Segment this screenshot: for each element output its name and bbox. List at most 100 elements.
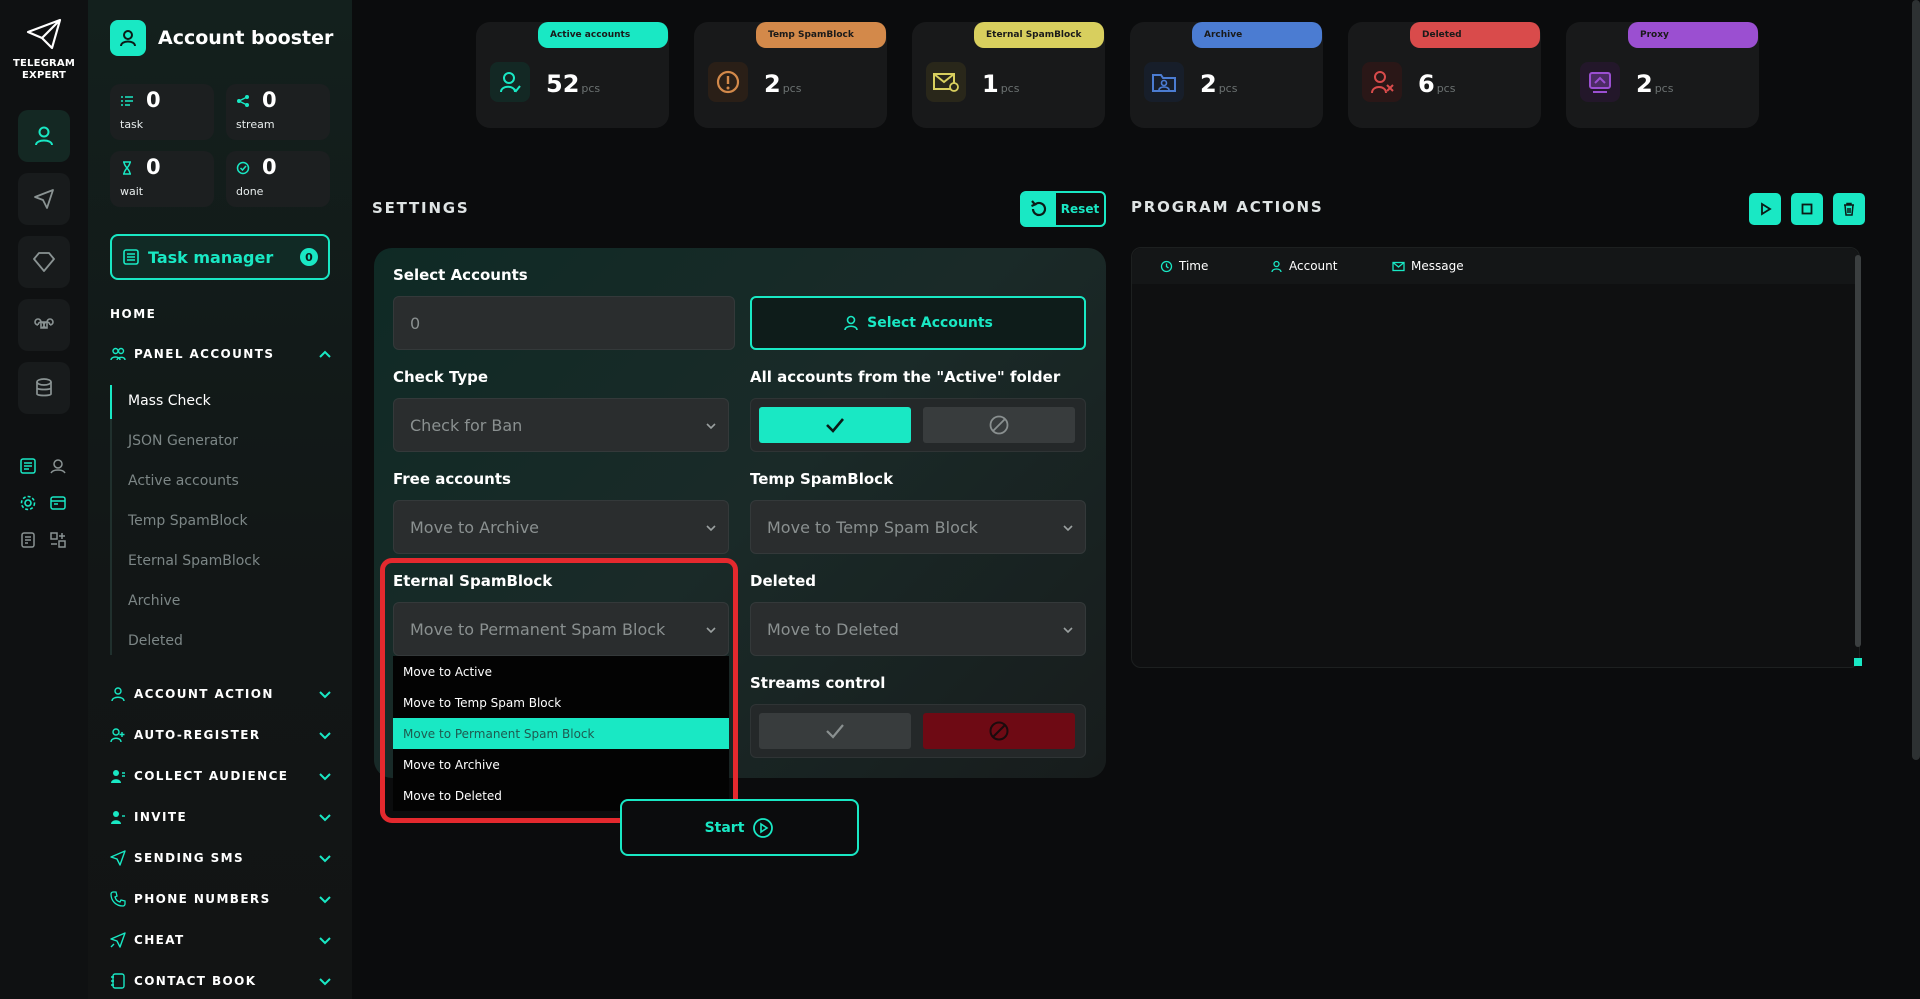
start-label: Start: [704, 819, 745, 836]
nav-panel-accounts[interactable]: PANEL ACCOUNTS: [110, 344, 332, 364]
nav-contact-book[interactable]: CONTACT BOOK: [110, 971, 332, 991]
paper-plane-icon: [26, 18, 62, 50]
archive-folder-icon: [1144, 62, 1184, 102]
nav-invite[interactable]: INVITE: [110, 807, 332, 827]
clear-log-button[interactable]: [1833, 193, 1865, 225]
card-temp-spamblock[interactable]: Temp SpamBlock 2 pcs: [694, 22, 887, 128]
temp-spamblock-select[interactable]: Move to Temp Spam Block: [750, 500, 1086, 554]
card-archive[interactable]: Archive 2 pcs: [1130, 22, 1323, 128]
contact-book-icon: [111, 973, 125, 989]
check-type-value: Check for Ban: [410, 415, 523, 435]
nav-item-mass-check[interactable]: Mass Check: [128, 393, 211, 409]
location-icon[interactable]: [48, 456, 68, 476]
stop-icon: [1801, 203, 1813, 215]
log-scrollbar[interactable]: [1855, 255, 1861, 647]
nav-item-archive[interactable]: Archive: [128, 593, 180, 609]
grid-icon[interactable]: [48, 530, 68, 550]
deleted-value: Move to Deleted: [767, 619, 899, 639]
select-accounts-button[interactable]: Select Accounts: [750, 296, 1086, 350]
submenu-active-indicator: [110, 385, 112, 419]
task-manager-button[interactable]: Task manager 0: [110, 234, 330, 280]
task-manager-icon: [123, 249, 139, 265]
rail-premium-button[interactable]: [18, 236, 70, 288]
card-deleted[interactable]: Deleted 6 pcs: [1348, 22, 1541, 128]
send-icon: [110, 850, 126, 866]
block-icon: [989, 415, 1009, 435]
check-circle-icon: [236, 161, 250, 175]
nav-phone-numbers[interactable]: PHONE NUMBERS: [110, 889, 332, 909]
rail-command-button[interactable]: [18, 299, 70, 351]
chevron-down-icon: [319, 814, 331, 822]
nav-collect-audience[interactable]: COLLECT AUDIENCE: [110, 766, 332, 786]
free-accounts-label: Free accounts: [393, 470, 511, 488]
sidebar: Account booster 0 task 0 stream 0 wait 0…: [88, 0, 352, 999]
select-accounts-input[interactable]: 0: [393, 296, 735, 350]
nav-sending-sms[interactable]: SENDING SMS: [110, 848, 332, 868]
mail-block-icon: [926, 62, 966, 102]
nav-auto-register[interactable]: AUTO-REGISTER: [110, 725, 332, 745]
log-header: Time Account Message: [1132, 248, 1859, 284]
counter-value: 0: [262, 88, 277, 112]
chevron-down-icon: [1063, 525, 1073, 532]
free-accounts-select[interactable]: Move to Archive: [393, 500, 729, 554]
nav-item-deleted[interactable]: Deleted: [128, 633, 183, 649]
nav-item-eternal-spamblock[interactable]: Eternal SpamBlock: [128, 553, 260, 569]
nav-cheat[interactable]: CHEAT: [110, 930, 332, 950]
check-type-label: Check Type: [393, 368, 489, 386]
nav-item-active-accounts[interactable]: Active accounts: [128, 473, 239, 489]
streams-off-button[interactable]: [923, 713, 1075, 749]
icon-rail: TELEGRAM EXPERT: [0, 0, 88, 999]
nav-section-label: PANEL ACCOUNTS: [134, 347, 275, 361]
rail-database-button[interactable]: [18, 362, 70, 414]
reset-icon: [1022, 193, 1056, 225]
counter-stream: 0 stream: [226, 84, 330, 140]
counter-value: 0: [146, 88, 161, 112]
card-proxy[interactable]: Proxy 2 pcs: [1566, 22, 1759, 128]
deleted-select[interactable]: Move to Deleted: [750, 602, 1086, 656]
log-resize-handle[interactable]: [1854, 658, 1862, 666]
chevron-up-icon: [319, 350, 331, 358]
stream-icon: [237, 95, 249, 107]
nav-account-action[interactable]: ACCOUNT ACTION: [110, 684, 332, 704]
card-label: Temp SpamBlock: [756, 22, 886, 48]
log-column-account[interactable]: Account: [1270, 259, 1337, 273]
start-button[interactable]: Start: [620, 799, 859, 856]
card-active-accounts[interactable]: Active accounts 52 pcs: [476, 22, 669, 128]
program-actions-log[interactable]: Time Account Message: [1131, 247, 1860, 668]
window-icon[interactable]: [48, 493, 68, 513]
play-circle-icon: [753, 817, 774, 838]
page-scrollbar[interactable]: [1912, 0, 1920, 760]
active-folder-off-button[interactable]: [923, 407, 1075, 443]
nav-home[interactable]: HOME: [110, 307, 156, 321]
notes-icon[interactable]: [18, 530, 38, 550]
reset-label: Reset: [1060, 202, 1100, 216]
list-icon[interactable]: [18, 456, 38, 476]
log-column-label: Time: [1179, 259, 1209, 273]
counter-wait: 0 wait: [110, 151, 214, 207]
reset-button[interactable]: Reset: [1020, 191, 1106, 227]
submenu-line: [110, 385, 112, 655]
streams-control-label: Streams control: [750, 674, 886, 692]
check-type-select[interactable]: Check for Ban: [393, 398, 729, 452]
nav-item-temp-spamblock[interactable]: Temp SpamBlock: [128, 513, 248, 529]
active-folder-on-button[interactable]: [759, 407, 911, 443]
stop-button[interactable]: [1791, 193, 1823, 225]
chevron-down-icon: [319, 978, 331, 986]
streams-on-button[interactable]: [759, 713, 911, 749]
user-icon: [35, 126, 53, 146]
log-column-message[interactable]: Message: [1392, 259, 1464, 273]
mail-icon: [1392, 261, 1405, 271]
rail-accounts-button[interactable]: [18, 110, 70, 162]
settings-gear-icon[interactable]: [18, 493, 38, 513]
nav-section-label: COLLECT AUDIENCE: [134, 769, 289, 783]
card-value: 6 pcs: [1418, 70, 1456, 98]
rail-send-button[interactable]: [18, 173, 70, 225]
card-eternal-spamblock[interactable]: Eternal SpamBlock 1 pcs: [912, 22, 1105, 128]
play-button[interactable]: [1749, 193, 1781, 225]
app-logo[interactable]: TELEGRAM EXPERT: [12, 18, 76, 82]
nav-item-json-generator[interactable]: JSON Generator: [128, 433, 238, 449]
check-icon: [826, 418, 844, 433]
log-column-time[interactable]: Time: [1160, 259, 1208, 273]
chevron-down-icon: [706, 423, 716, 430]
send-icon: [34, 189, 54, 209]
